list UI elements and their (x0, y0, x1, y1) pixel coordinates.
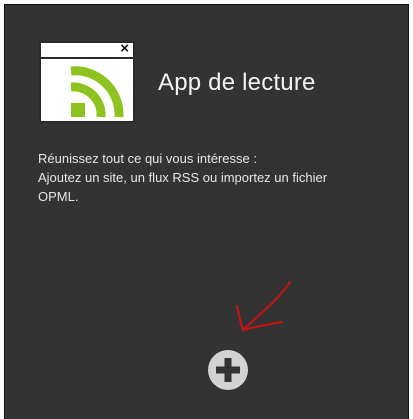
rss-feed-icon (70, 66, 124, 118)
plus-icon (216, 358, 240, 382)
app-tile: × (39, 41, 135, 123)
reader-app-panel: × App de lecture Réunissez tout ce qui v… (4, 4, 409, 419)
add-button[interactable] (208, 350, 248, 390)
tile-title-bar (41, 57, 133, 59)
description-line: Réunissez tout ce qui vous intéresse : (38, 151, 257, 166)
description: Réunissez tout ce qui vous intéresse : A… (38, 149, 398, 206)
page-title: App de lecture (158, 69, 316, 96)
close-icon[interactable]: × (120, 41, 129, 57)
description-line: OPML. (38, 189, 79, 204)
description-line: Ajoutez un site, un flux RSS ou importez… (38, 170, 328, 185)
